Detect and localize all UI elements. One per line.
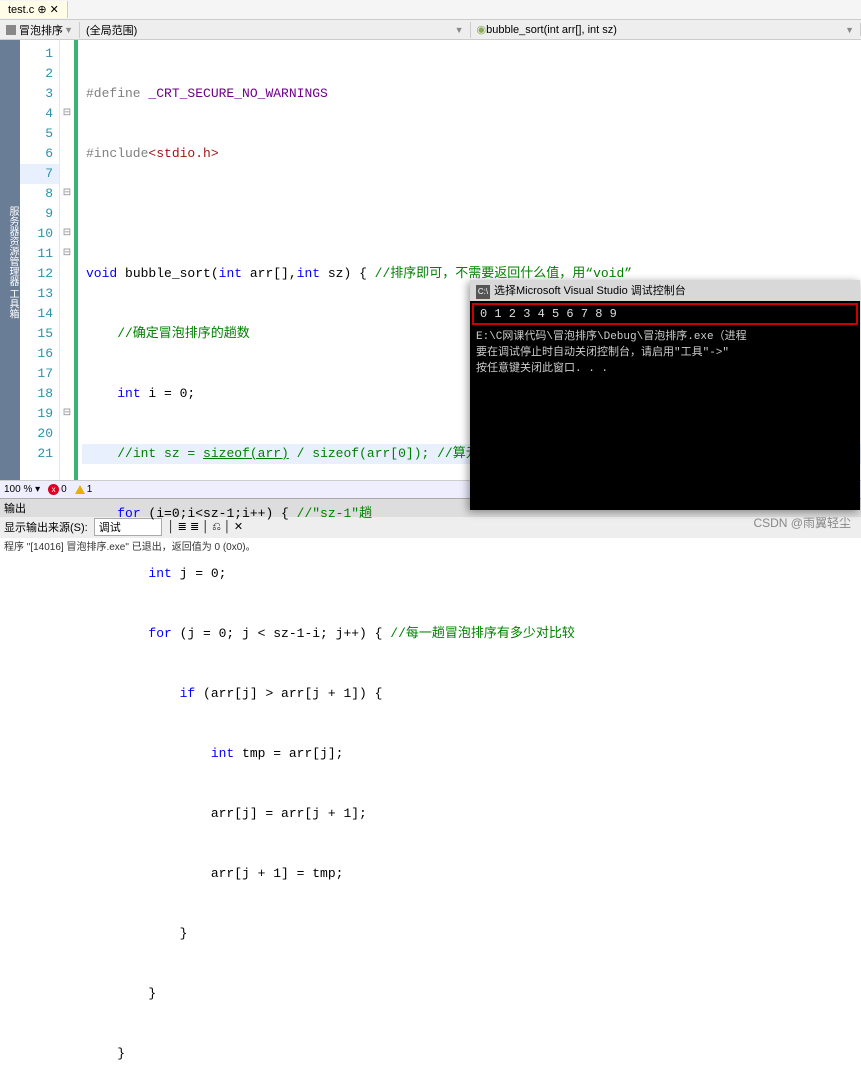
method-icon: ◉ — [477, 23, 487, 36]
code-line: } — [82, 924, 861, 944]
member-selector[interactable]: ◉ bubble_sort(int arr[], int sz)▼ — [471, 23, 861, 36]
code-line: arr[j + 1] = tmp; — [82, 864, 861, 884]
code-line — [82, 204, 861, 224]
console-icon: C:\ — [476, 285, 490, 299]
nav-bar: 冒泡排序▼ (全局范围)▼ ◉ bubble_sort(int arr[], i… — [0, 20, 861, 40]
error-icon: x — [48, 484, 59, 495]
console-titlebar[interactable]: C:\选择Microsoft Visual Studio 调试控制台 — [470, 280, 860, 301]
side-toolbox[interactable]: 服务器资源管理器 工具箱 — [0, 40, 20, 480]
code-line: int j = 0; — [82, 564, 861, 584]
zoom-select[interactable]: 100 % ▾ — [4, 484, 40, 495]
code-line: } — [82, 984, 861, 1004]
chevron-down-icon: ▼ — [64, 25, 73, 35]
console-body: E:\C网课代码\冒泡排序\Debug\冒泡排序.exe（进程 要在调试停止时自… — [470, 327, 860, 379]
change-bar — [74, 40, 78, 480]
file-tab[interactable]: test.c ⊕ ✕ — [0, 1, 68, 18]
code-line: if (arr[j] > arr[j + 1]) { — [82, 684, 861, 704]
scope-selector[interactable]: (全局范围)▼ — [80, 22, 471, 38]
code-line: #define _CRT_SECURE_NO_WARNINGS — [82, 84, 861, 104]
code-line: } — [82, 1044, 861, 1064]
code-line: for (j = 0; j < sz-1-i; j++) { //每一趟冒泡排序… — [82, 624, 861, 644]
watermark: CSDN @雨翼轻尘 — [753, 514, 851, 531]
error-count[interactable]: x0 — [48, 484, 67, 495]
debug-console-window[interactable]: C:\选择Microsoft Visual Studio 调试控制台 0 1 2… — [470, 280, 860, 510]
chevron-down-icon: ▼ — [845, 25, 854, 35]
fold-column[interactable]: ⊟⊟⊟⊟⊟ — [60, 40, 74, 480]
tab-bar: test.c ⊕ ✕ — [0, 0, 861, 20]
console-output-highlight: 0 1 2 3 4 5 6 7 8 9 — [472, 303, 858, 325]
close-icon[interactable]: ✕ — [50, 4, 59, 16]
line-gutter: 123456789101112131415161718192021 — [20, 40, 60, 480]
chevron-down-icon: ▼ — [455, 25, 464, 35]
code-line: #include<stdio.h> — [82, 144, 861, 164]
output-text: 程序 "[14016] 冒泡排序.exe" 已退出，返回值为 0 (0x0)。 — [0, 537, 861, 554]
code-line: arr[j] = arr[j + 1]; — [82, 804, 861, 824]
code-line: int tmp = arr[j]; — [82, 744, 861, 764]
project-selector[interactable]: 冒泡排序▼ — [0, 22, 80, 38]
pin-icon[interactable]: ⊕ — [37, 4, 46, 16]
output-source-label: 显示输出来源(S): — [4, 519, 88, 535]
